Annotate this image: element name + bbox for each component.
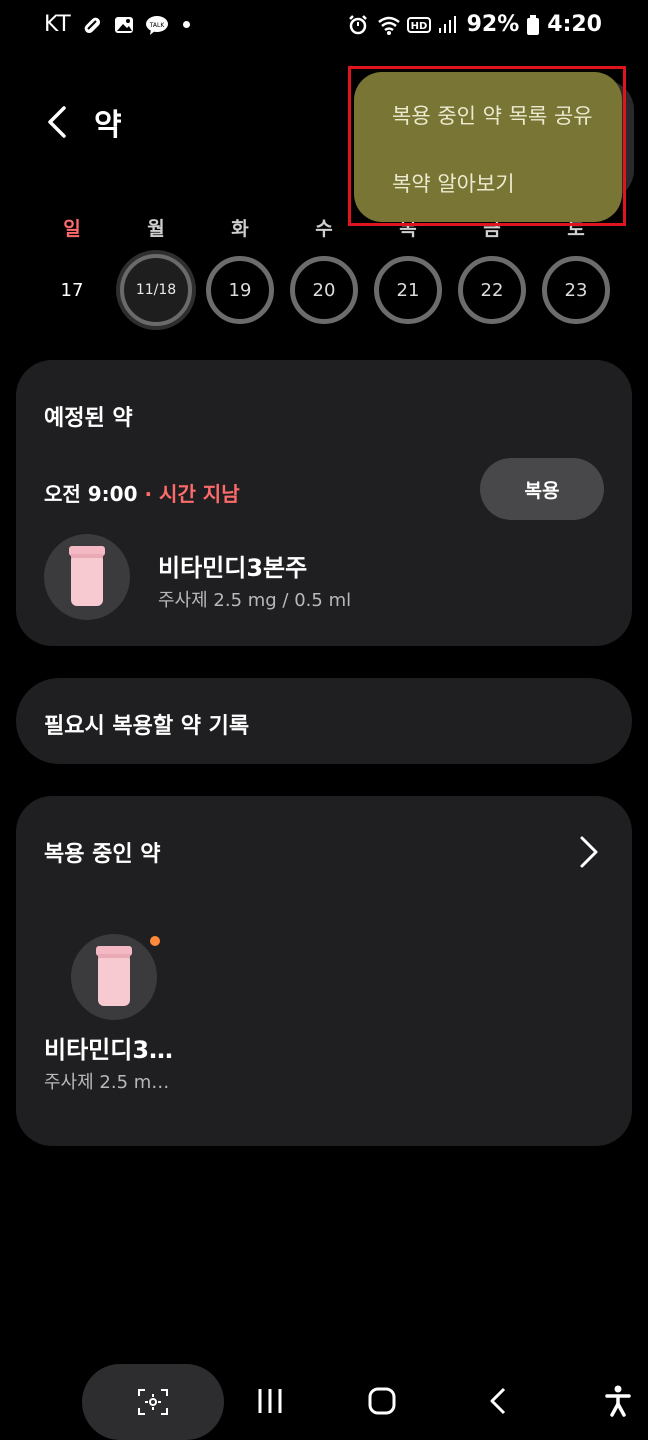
- dose-time: 오전 9:00: [44, 482, 138, 506]
- clock: 4:20: [547, 12, 602, 37]
- screen-capture-icon: [138, 1389, 168, 1415]
- pill-bottle-icon: [44, 534, 130, 620]
- as-needed-record-button[interactable]: 필요시 복용할 약 기록: [16, 678, 632, 764]
- week-selector: 일 17 월 11/18 화 19 수 20 목 21 금 22 토 23: [30, 214, 618, 334]
- svg-text:TALK: TALK: [149, 22, 166, 29]
- day-label: 일: [63, 218, 81, 240]
- pill-bottle-icon[interactable]: [71, 934, 157, 1020]
- dose-time-row: 오전 9:00 · 시간 지남: [44, 478, 240, 507]
- battery-icon: [527, 14, 540, 36]
- more-notifications-dot: [183, 21, 191, 28]
- recents-button[interactable]: [250, 1380, 290, 1422]
- current-medication-name[interactable]: 비타민디3…: [44, 1030, 173, 1065]
- gallery-icon: [113, 14, 135, 36]
- status-bar: KT TALK HD 92% 4:20: [0, 0, 648, 56]
- talk-icon: TALK: [145, 14, 169, 36]
- overdue-status: · 시간 지남: [137, 482, 240, 506]
- status-right: HD 92% 4:20: [347, 12, 602, 37]
- date-circle: 23: [542, 256, 610, 324]
- take-dose-button[interactable]: 복용: [480, 458, 604, 520]
- date-circle: 17: [60, 279, 84, 301]
- day-tuesday[interactable]: 화 19: [198, 214, 282, 324]
- day-monday[interactable]: 월 11/18: [114, 214, 198, 326]
- back-nav-button[interactable]: [478, 1380, 518, 1422]
- chevron-right-icon: [580, 836, 598, 868]
- home-button[interactable]: [362, 1380, 402, 1422]
- view-all-button[interactable]: [572, 832, 602, 872]
- pill-notification-icon: [81, 14, 103, 36]
- current-medications-title: 복용 중인 약: [44, 842, 161, 867]
- scheduled-title: 예정된 약: [44, 406, 133, 431]
- date-circle: 21: [374, 256, 442, 324]
- home-icon: [368, 1387, 396, 1415]
- status-left: KT TALK: [44, 12, 191, 37]
- hd-voice-icon: HD: [406, 14, 431, 36]
- back-arrow-icon: [490, 1387, 506, 1415]
- day-sunday[interactable]: 일 17: [30, 214, 114, 324]
- date-circle-selected: 11/18: [120, 254, 192, 326]
- chevron-left-icon: [48, 106, 66, 138]
- battery-percent: 92%: [466, 12, 520, 37]
- as-needed-record-label: 필요시 복용할 약 기록: [44, 714, 250, 739]
- accessibility-button[interactable]: [598, 1380, 638, 1422]
- day-label: 화: [231, 218, 249, 240]
- date-circle: 22: [458, 256, 526, 324]
- current-medication-desc: 주사제 2.5 m…: [44, 1072, 170, 1093]
- scheduled-medication-card: 예정된 약 오전 9:00 · 시간 지남 복용 비타민디3본주 주사제 2.5…: [16, 360, 632, 646]
- page-title: 약: [94, 108, 122, 143]
- date-circle: 19: [206, 256, 274, 324]
- day-label: 월: [147, 218, 165, 240]
- alarm-icon: [347, 14, 369, 36]
- signal-icon: [437, 14, 459, 36]
- scheduled-medication-desc: 주사제 2.5 mg / 0.5 ml: [158, 590, 352, 611]
- svg-text:HD: HD: [410, 21, 427, 32]
- current-medications-card: 복용 중인 약 비타민디3… 주사제 2.5 m…: [16, 796, 632, 1146]
- scheduled-medication-name[interactable]: 비타민디3본주: [158, 548, 307, 583]
- menu-highlight-box: [348, 66, 626, 226]
- capture-button[interactable]: [82, 1364, 224, 1440]
- accessibility-icon: [605, 1385, 631, 1417]
- system-nav-bar: [0, 1362, 648, 1440]
- date-circle: 20: [290, 256, 358, 324]
- back-button[interactable]: [40, 98, 80, 146]
- wifi-icon: [377, 14, 400, 36]
- carrier-label: KT: [44, 12, 72, 37]
- new-badge-dot: [150, 936, 160, 946]
- recents-icon: [258, 1389, 282, 1413]
